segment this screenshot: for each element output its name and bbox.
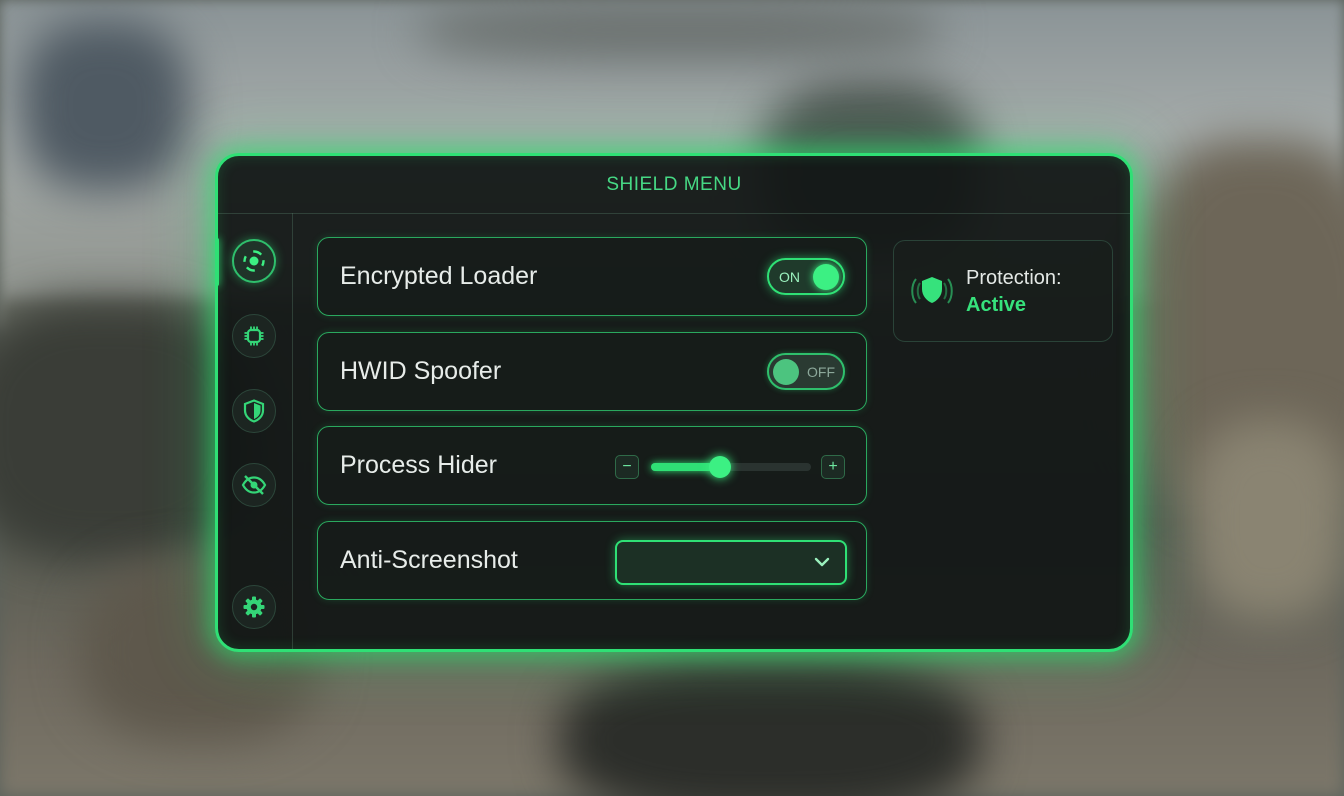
- encrypted-loader-toggle[interactable]: ON: [767, 258, 845, 295]
- sidebar-item-shield[interactable]: [232, 389, 276, 433]
- eye-off-icon: [241, 475, 267, 495]
- menu-title: SHIELD MENU: [218, 156, 1130, 214]
- gear-icon: [243, 596, 265, 618]
- sidebar-item-settings[interactable]: [232, 585, 276, 629]
- sidebar-item-target[interactable]: [232, 239, 276, 283]
- target-icon: [243, 250, 265, 272]
- slider-thumb[interactable]: [708, 456, 731, 478]
- feature-row-anti-screenshot: Anti-Screenshot: [317, 521, 867, 600]
- feature-label: Process Hider: [340, 451, 497, 479]
- feature-label: Encrypted Loader: [340, 262, 538, 290]
- chevron-down-icon: [814, 557, 830, 567]
- chip-icon: [244, 326, 264, 346]
- feature-row-hwid-spoofer: HWID Spoofer OFF: [317, 332, 867, 411]
- toggle-state-text: ON: [779, 268, 800, 285]
- increment-button[interactable]: +: [821, 455, 845, 479]
- hwid-spoofer-toggle[interactable]: OFF: [767, 353, 845, 390]
- shield-pulse-icon: [911, 277, 953, 304]
- protection-status-card: Protection: Active: [893, 240, 1113, 342]
- feature-row-encrypted-loader: Encrypted Loader ON: [317, 237, 867, 316]
- shield-icon: [243, 399, 265, 423]
- protection-status-value: Active: [966, 294, 1027, 316]
- toggle-state-text: OFF: [807, 363, 835, 380]
- shield-menu-panel: SHIELD MENU Encrypted Loader ON HWID Spo…: [215, 153, 1133, 652]
- decrement-button[interactable]: −: [615, 455, 639, 479]
- anti-screenshot-dropdown[interactable]: [615, 540, 847, 585]
- sidebar-item-chip[interactable]: [232, 314, 276, 358]
- feature-label: Anti-Screenshot: [340, 546, 518, 574]
- sidebar-item-visibility[interactable]: [232, 463, 276, 507]
- toggle-knob: [813, 264, 839, 290]
- process-hider-slider[interactable]: [651, 456, 811, 478]
- sidebar: [215, 213, 293, 649]
- feature-row-process-hider: Process Hider − +: [317, 426, 867, 505]
- toggle-knob: [773, 359, 799, 385]
- active-indicator: [215, 238, 219, 286]
- protection-label: Protection:: [966, 267, 1062, 289]
- feature-label: HWID Spoofer: [340, 357, 502, 385]
